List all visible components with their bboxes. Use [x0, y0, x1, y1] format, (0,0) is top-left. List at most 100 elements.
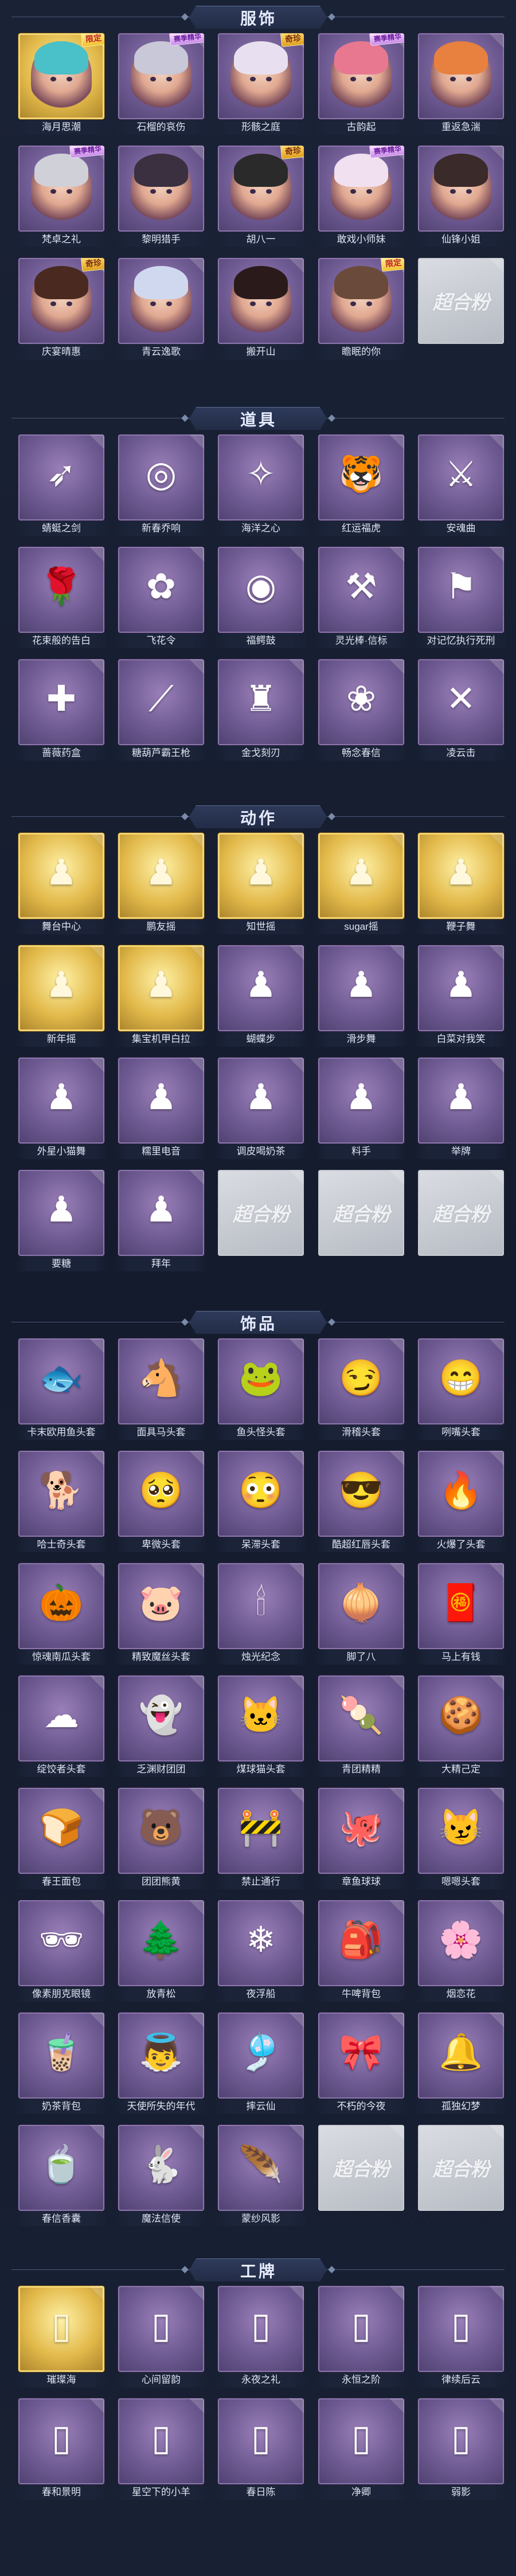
item-card[interactable]: ◉	[218, 547, 304, 633]
item-card[interactable]: 🧅	[318, 1563, 404, 1649]
item-card[interactable]: ▯	[318, 2398, 404, 2484]
item-card[interactable]: 超合粉	[318, 2125, 404, 2211]
item-card[interactable]: 赛季精华	[18, 146, 104, 232]
item-card[interactable]: 😳	[218, 1451, 304, 1537]
item-card[interactable]: 🥺	[118, 1451, 204, 1537]
item-card[interactable]	[118, 146, 204, 232]
item-card[interactable]: 🍵	[18, 2125, 104, 2211]
item-tile[interactable]: ⟋ 糖葫芦霸王枪	[115, 659, 208, 762]
item-card[interactable]: ♟	[218, 1058, 304, 1144]
item-tile[interactable]: 搬开山	[214, 258, 307, 361]
item-card[interactable]: ☁	[18, 1675, 104, 1761]
item-card[interactable]: ♟	[418, 833, 504, 919]
item-tile[interactable]: 👻 乏渊财团团	[115, 1675, 208, 1779]
item-tile[interactable]: 😼 嗯嗯头套	[415, 1788, 507, 1891]
item-tile[interactable]: ♟ 新年摇	[15, 945, 108, 1048]
item-tile[interactable]: ⚒ 灵光棒·信标	[315, 547, 408, 650]
item-tile[interactable]: 🎀 不朽的今夜	[315, 2013, 408, 2116]
item-card[interactable]: 🍞	[18, 1788, 104, 1874]
item-card[interactable]: ▯	[218, 2398, 304, 2484]
item-tile[interactable]: 🪶 蒙纱风影	[214, 2125, 307, 2228]
item-tile[interactable]: ♟ 举牌	[415, 1058, 507, 1161]
item-card[interactable]: 🧧	[418, 1563, 504, 1649]
item-card[interactable]: 🕶	[18, 1900, 104, 1986]
item-tile[interactable]: 重返急湍	[415, 33, 507, 136]
item-card[interactable]: 赛季精华	[318, 33, 404, 119]
item-card[interactable]: ▯	[318, 2286, 404, 2372]
item-card[interactable]: 🐯	[318, 434, 404, 520]
item-card[interactable]: 奇珍	[218, 146, 304, 232]
item-card[interactable]: ✚	[18, 659, 104, 745]
item-card[interactable]: ♟	[318, 1058, 404, 1144]
item-tile[interactable]: ♟ 要糖	[15, 1170, 108, 1273]
item-tile[interactable]: ❀ 畅念春信	[315, 659, 408, 762]
item-card[interactable]: 🐷	[118, 1563, 204, 1649]
item-card[interactable]: ▯	[18, 2398, 104, 2484]
item-tile[interactable]: 🐟 卡末欧用鱼头套	[15, 1338, 108, 1442]
item-card[interactable]: 🎐	[218, 2013, 304, 2099]
item-tile[interactable]: 超合粉	[418, 1170, 504, 1273]
item-tile[interactable]: 🐇 魔法信使	[115, 2125, 208, 2228]
item-tile[interactable]: ☁ 绽饺者头套	[15, 1675, 108, 1779]
item-card[interactable]: ✿	[118, 547, 204, 633]
item-tile[interactable]: 🕶 像素朋克眼镜	[15, 1900, 108, 2003]
item-tile[interactable]: 🎒 牛啤背包	[315, 1900, 408, 2003]
item-tile[interactable]: ✕ 凌云击	[415, 659, 507, 762]
item-tile[interactable]: 🐸 鱼头怪头套	[214, 1338, 307, 1442]
item-card[interactable]: 😼	[418, 1788, 504, 1874]
item-tile[interactable]: 赛季精华 古韵起	[315, 33, 408, 136]
item-tile[interactable]: ▯ 永恒之阶	[315, 2286, 408, 2389]
item-card[interactable]: ⚔	[418, 434, 504, 520]
item-card[interactable]: 🕯	[218, 1563, 304, 1649]
item-card[interactable]: ▯	[218, 2286, 304, 2372]
item-card[interactable]: ♜	[218, 659, 304, 745]
item-card[interactable]	[418, 146, 504, 232]
item-card[interactable]: 超合粉	[418, 1170, 504, 1256]
item-tile[interactable]: 超合粉	[418, 2125, 504, 2228]
item-card[interactable]: 🐇	[118, 2125, 204, 2211]
item-tile[interactable]: 🐕 哈士奇头套	[15, 1451, 108, 1554]
item-card[interactable]: 🧋	[18, 2013, 104, 2099]
item-card[interactable]: 🪶	[218, 2125, 304, 2211]
item-tile[interactable]: ◉ 福鳄鼓	[214, 547, 307, 650]
item-tile[interactable]: 赛季精华 敢戏小师妹	[315, 146, 408, 249]
item-card[interactable]: ♟	[218, 945, 304, 1031]
item-card[interactable]: ➶	[18, 434, 104, 520]
item-tile[interactable]: 赛季精华 石榴的哀伤	[115, 33, 208, 136]
item-card[interactable]: 👼	[118, 2013, 204, 2099]
item-tile[interactable]: 😳 呆滞头套	[214, 1451, 307, 1554]
item-card[interactable]: 🔔	[418, 2013, 504, 2099]
item-card[interactable]: 限定	[318, 258, 404, 344]
item-tile[interactable]: ♟ 集宝机甲白拉	[115, 945, 208, 1048]
item-card[interactable]: ♟	[18, 833, 104, 919]
item-card[interactable]: ◎	[118, 434, 204, 520]
item-card[interactable]	[218, 258, 304, 344]
item-tile[interactable]: 🎃 惊魂南瓜头套	[15, 1563, 108, 1666]
item-card[interactable]: 🐻	[118, 1788, 204, 1874]
item-tile[interactable]: 🐴 面具马头套	[115, 1338, 208, 1442]
item-tile[interactable]: 青云逸歌	[115, 258, 208, 361]
item-tile[interactable]: ▯ 璀璨海	[15, 2286, 108, 2389]
item-card[interactable]: ▯	[418, 2398, 504, 2484]
item-tile[interactable]: 👼 天使所失的年代	[115, 2013, 208, 2116]
item-tile[interactable]: ♟ 糯里电音	[115, 1058, 208, 1161]
item-card[interactable]: 🐙	[318, 1788, 404, 1874]
item-card[interactable]	[118, 258, 204, 344]
item-card[interactable]: ♟	[118, 833, 204, 919]
item-tile[interactable]: ▯ 春日陈	[214, 2398, 307, 2501]
item-tile[interactable]: 🍵 春信香囊	[15, 2125, 108, 2228]
item-tile[interactable]: ♟ 舞台中心	[15, 833, 108, 936]
item-tile[interactable]: 奇珍 庆宴晴惠	[15, 258, 108, 361]
item-tile[interactable]: 😏 滑稽头套	[315, 1338, 408, 1442]
item-card[interactable]: 🐕	[18, 1451, 104, 1537]
item-tile[interactable]: ♟ 鞭子舞	[415, 833, 507, 936]
item-tile[interactable]: ▯ 心间留韵	[115, 2286, 208, 2389]
item-card[interactable]: 🌸	[418, 1900, 504, 1986]
item-tile[interactable]: 🔥 火爆了头套	[415, 1451, 507, 1554]
item-tile[interactable]: 🕯 烛光纪念	[214, 1563, 307, 1666]
item-card[interactable]: ♟	[18, 1170, 104, 1256]
item-tile[interactable]: ✿ 飞花令	[115, 547, 208, 650]
item-tile[interactable]: 限定 瞻眠的你	[315, 258, 408, 361]
item-tile[interactable]: ♟ 拜年	[115, 1170, 208, 1273]
item-tile[interactable]: 🍪 大精己定	[415, 1675, 507, 1779]
